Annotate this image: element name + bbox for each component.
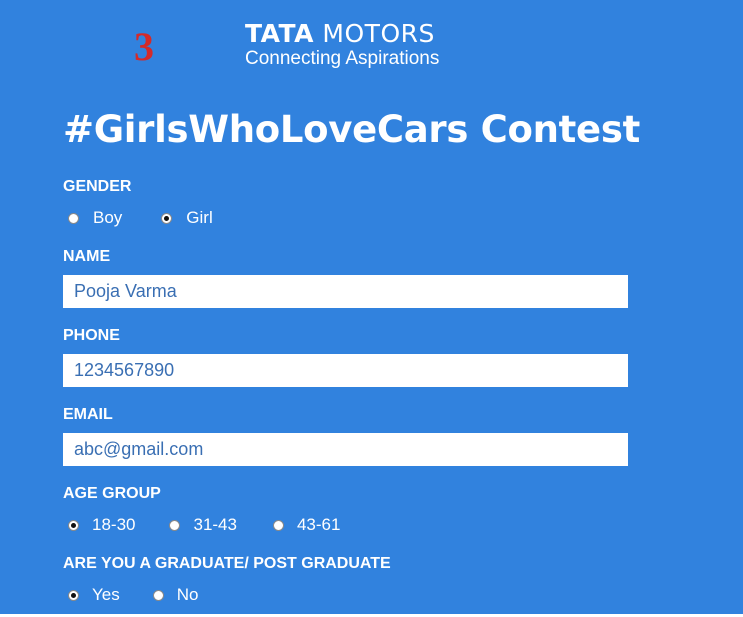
radio-selected-icon[interactable]	[161, 212, 173, 224]
age-option-label: 31-43	[193, 515, 237, 534]
brand-name: TATA MOTORS	[245, 20, 439, 48]
gender-option-label: Boy	[93, 208, 123, 227]
radio-circle-icon[interactable]	[272, 519, 284, 531]
gender-radio-group: Boy Girl	[68, 208, 233, 228]
gender-option-girl[interactable]: Girl	[161, 208, 213, 228]
age-group-radio-group: 18-30 31-43 43-61	[68, 515, 360, 535]
email-input[interactable]	[63, 433, 628, 466]
page-title: #GirlsWhoLoveCars Contest	[63, 108, 640, 151]
name-label: NAME	[63, 248, 111, 265]
age-group-label: AGE GROUP	[63, 485, 161, 502]
email-label: EMAIL	[63, 406, 113, 423]
graduate-option-no[interactable]: No	[152, 585, 199, 605]
age-option-label: 18-30	[92, 515, 136, 534]
graduate-label: ARE YOU A GRADUATE/ POST GRADUATE	[63, 555, 391, 572]
graduate-option-label: Yes	[92, 585, 120, 604]
brand-name-rest: MOTORS	[313, 19, 435, 48]
graduate-option-label: No	[176, 585, 199, 604]
radio-selected-icon[interactable]	[68, 519, 79, 531]
brand-logo: TATA MOTORS Connecting Aspirations	[245, 20, 439, 71]
graduate-option-yes[interactable]: Yes	[68, 585, 120, 605]
age-option-43-61[interactable]: 43-61	[272, 515, 341, 535]
graduate-radio-group: Yes No	[68, 585, 218, 605]
contest-form-page: 3 TATA MOTORS Connecting Aspirations #Gi…	[0, 0, 743, 614]
age-option-31-43[interactable]: 31-43	[169, 515, 237, 535]
gender-option-boy[interactable]: Boy	[68, 208, 122, 228]
radio-selected-icon[interactable]	[68, 589, 79, 601]
radio-circle-icon[interactable]	[169, 519, 181, 531]
phone-label: PHONE	[63, 327, 120, 344]
brand-tagline: Connecting Aspirations	[245, 48, 440, 69]
name-input[interactable]	[63, 275, 628, 308]
step-number: 3	[134, 24, 154, 69]
brand-name-bold: TATA	[245, 19, 314, 48]
radio-circle-icon[interactable]	[68, 212, 79, 224]
age-option-label: 43-61	[296, 515, 341, 534]
phone-input[interactable]	[63, 354, 628, 387]
radio-circle-icon[interactable]	[152, 589, 164, 601]
gender-label: GENDER	[63, 178, 132, 195]
age-option-18-30[interactable]: 18-30	[68, 515, 135, 535]
gender-option-label: Girl	[186, 208, 213, 227]
